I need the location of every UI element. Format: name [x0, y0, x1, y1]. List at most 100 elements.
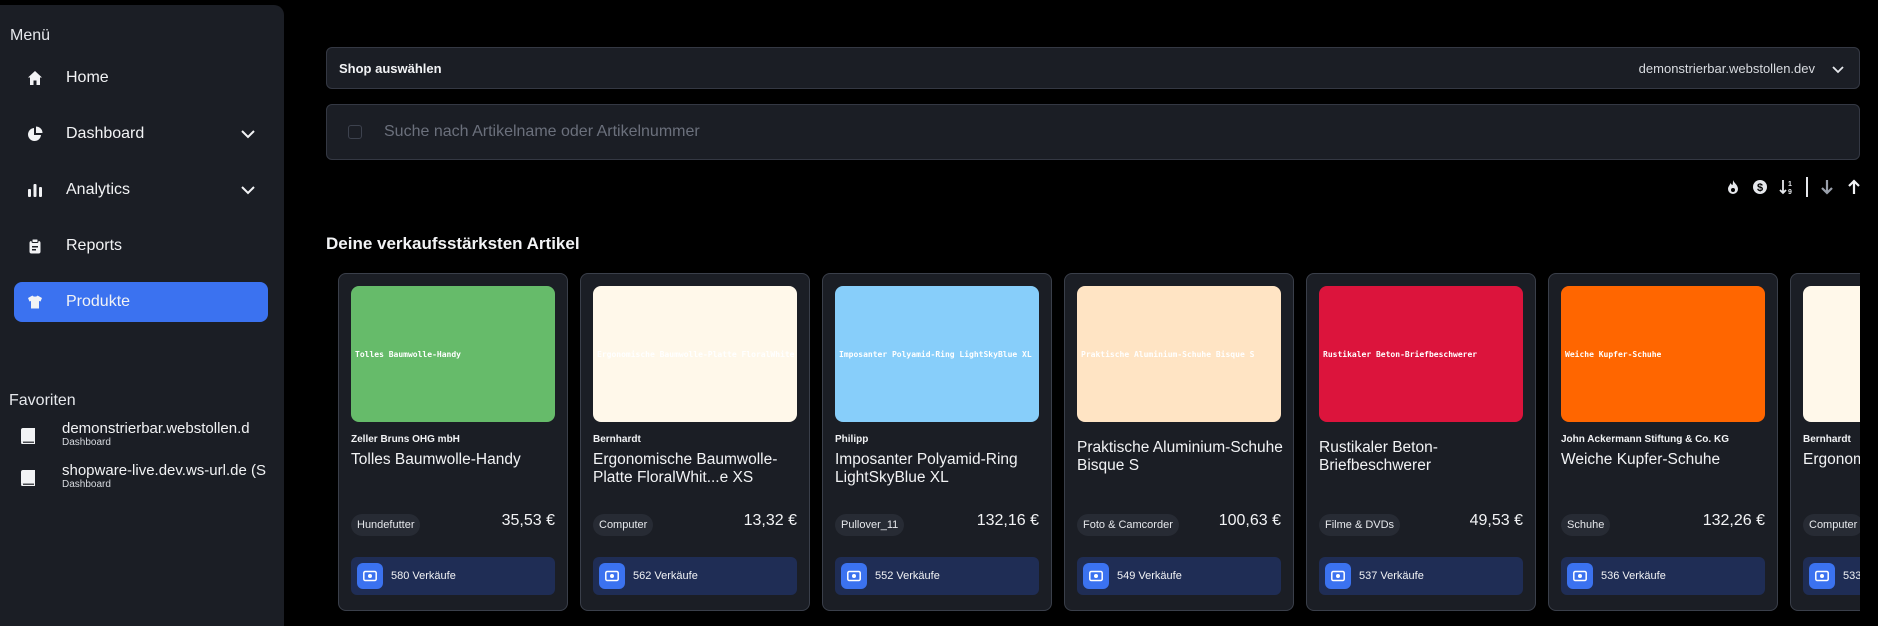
product-card[interactable]: Ergonomische Baumwolle-Platte FloralWhit… — [580, 273, 810, 611]
sidebar-item-label: Reports — [66, 237, 123, 254]
product-image: Imposanter Polyamid-Ring LightSkyBlue XL — [835, 286, 1039, 422]
sidebar-item-reports[interactable]: Reports — [14, 226, 268, 266]
sales-count: 536 Verkäufe — [1601, 570, 1666, 582]
arrow-up-icon[interactable] — [1846, 179, 1862, 195]
svg-text:1: 1 — [1788, 181, 1792, 188]
home-icon — [24, 67, 46, 89]
product-image-text: Imposanter Polyamid-Ring LightSkyBlue XL — [839, 349, 1032, 359]
search-input[interactable] — [384, 123, 1784, 141]
sidebar-item-produkte[interactable]: Produkte — [14, 282, 268, 322]
book-icon — [18, 468, 38, 488]
sort-toolbar: $ 19 — [1714, 176, 1862, 198]
chevron-down-icon[interactable] — [238, 180, 258, 200]
product-category-badge: Foto & Camcorder — [1077, 514, 1179, 536]
product-category-badge: Filme & DVDs — [1319, 514, 1401, 536]
bar-chart-icon — [24, 179, 46, 201]
product-image: Ergonomische Baumwolle-Platte FloralWhit… — [593, 286, 797, 422]
product-card[interactable]: Rustikaler Beton-Briefbeschwerer Rustika… — [1306, 273, 1536, 611]
product-card[interactable]: Bernhardt Ergonomische Platte Fl Compute… — [1790, 273, 1860, 611]
favorite-item[interactable]: demonstrierbar.webstollen.d Dashboard — [18, 420, 268, 454]
sidebar-item-dashboard[interactable]: Dashboard — [14, 114, 268, 154]
product-price: 132,26 € — [1702, 512, 1765, 529]
chevron-down-icon[interactable] — [238, 124, 258, 144]
sidebar-item-label: Produkte — [66, 293, 131, 310]
sales-count: 580 Verkäufe — [391, 570, 456, 582]
menu-title: Menü — [10, 27, 51, 44]
product-image: Praktische Aluminium-Schuhe Bisque S — [1077, 286, 1281, 422]
product-price: 13,32 € — [743, 512, 797, 529]
product-name: Tolles Baumwolle-Handy — [351, 451, 521, 468]
search-box — [326, 104, 1860, 160]
sales-count: 562 Verkäufe — [633, 570, 698, 582]
money-icon — [357, 563, 383, 589]
arrow-down-icon[interactable] — [1819, 179, 1835, 195]
product-name: Ergonomische Platte Fl — [1803, 451, 1860, 468]
pie-chart-icon — [24, 123, 46, 145]
shirt-icon — [24, 291, 46, 313]
flame-icon[interactable] — [1725, 179, 1741, 195]
product-card[interactable]: Imposanter Polyamid-Ring LightSkyBlue XL… — [822, 273, 1052, 611]
product-image: Rustikaler Beton-Briefbeschwerer — [1319, 286, 1523, 422]
product-name: Ergonomische Baumwolle-Platte FloralWhit… — [593, 451, 778, 486]
sidebar-item-home[interactable]: Home — [14, 58, 268, 98]
shop-select-label: Shop auswählen — [339, 60, 442, 76]
sidebar: Menü Home Dashboard Analytics Reports Pr… — [0, 5, 284, 626]
sales-count: 533 — [1843, 570, 1860, 582]
dollar-icon[interactable]: $ — [1752, 179, 1768, 195]
product-price: 49,53 € — [1469, 512, 1523, 529]
product-image-text: Tolles Baumwolle-Handy — [355, 349, 461, 359]
money-icon — [599, 563, 625, 589]
sales-badge: 552 Verkäufe — [835, 557, 1039, 595]
shop-select[interactable]: Shop auswählen demonstrierbar.webstollen… — [326, 47, 1860, 89]
shop-select-value: demonstrierbar.webstollen.dev — [1638, 60, 1815, 76]
sales-count: 549 Verkäufe — [1117, 570, 1182, 582]
sales-badge: 580 Verkäufe — [351, 557, 555, 595]
book-icon — [18, 426, 38, 446]
product-vendor: Philipp — [835, 434, 869, 445]
sidebar-item-label: Dashboard — [66, 125, 145, 142]
product-carousel: Tolles Baumwolle-Handy Zeller Bruns OHG … — [338, 273, 1860, 613]
money-icon — [841, 563, 867, 589]
product-vendor: Bernhardt — [1803, 434, 1851, 445]
favorite-name: shopware-live.dev.ws-url.de (S — [62, 462, 266, 479]
toolbar-divider — [1806, 177, 1808, 197]
money-icon — [1809, 563, 1835, 589]
favorite-item[interactable]: shopware-live.dev.ws-url.de (S Dashboard — [18, 462, 268, 496]
product-name: Praktische Aluminium-Schuhe Bisque S — [1077, 439, 1283, 474]
clipboard-icon — [24, 235, 46, 257]
product-image-text: Weiche Kupfer-Schuhe — [1565, 349, 1662, 359]
favorite-subtitle: Dashboard — [62, 479, 111, 490]
chevron-down-icon — [1832, 66, 1844, 74]
product-name: Rustikaler Beton-Briefbeschwerer — [1319, 439, 1438, 474]
sidebar-item-label: Analytics — [66, 181, 131, 198]
product-vendor: Bernhardt — [593, 434, 641, 445]
product-card[interactable]: Tolles Baumwolle-Handy Zeller Bruns OHG … — [338, 273, 568, 611]
favorite-subtitle: Dashboard — [62, 437, 111, 448]
sales-count: 552 Verkäufe — [875, 570, 940, 582]
search-checkbox[interactable] — [348, 125, 362, 139]
product-price: 132,16 € — [976, 512, 1039, 529]
product-card[interactable]: Weiche Kupfer-Schuhe John Ackermann Stif… — [1548, 273, 1778, 611]
product-image-text: Praktische Aluminium-Schuhe Bisque S — [1081, 349, 1255, 359]
product-category-badge: Computer — [1803, 514, 1860, 536]
svg-text:$: $ — [1757, 182, 1763, 194]
product-card[interactable]: Praktische Aluminium-Schuhe Bisque S Pra… — [1064, 273, 1294, 611]
product-vendor: John Ackermann Stiftung & Co. KG — [1561, 434, 1729, 445]
product-image-text: Ergonomische Baumwolle-Platte FloralWhit… — [597, 349, 797, 359]
product-image — [1803, 286, 1860, 422]
product-image-text: Rustikaler Beton-Briefbeschwerer — [1323, 349, 1478, 359]
product-name: Weiche Kupfer-Schuhe — [1561, 451, 1721, 468]
sort-numeric-icon[interactable]: 19 — [1779, 179, 1795, 195]
sales-badge: 562 Verkäufe — [593, 557, 797, 595]
sales-badge: 537 Verkäufe — [1319, 557, 1523, 595]
sidebar-item-analytics[interactable]: Analytics — [14, 170, 268, 210]
money-icon — [1083, 563, 1109, 589]
product-image: Tolles Baumwolle-Handy — [351, 286, 555, 422]
sales-badge: 549 Verkäufe — [1077, 557, 1281, 595]
product-image: Weiche Kupfer-Schuhe — [1561, 286, 1765, 422]
product-category-badge: Computer — [593, 514, 654, 536]
sidebar-item-label: Home — [66, 69, 109, 86]
money-icon — [1325, 563, 1351, 589]
product-category-badge: Hundefutter — [351, 514, 421, 536]
product-name: Imposanter Polyamid-Ring LightSkyBlue XL — [835, 451, 1018, 486]
